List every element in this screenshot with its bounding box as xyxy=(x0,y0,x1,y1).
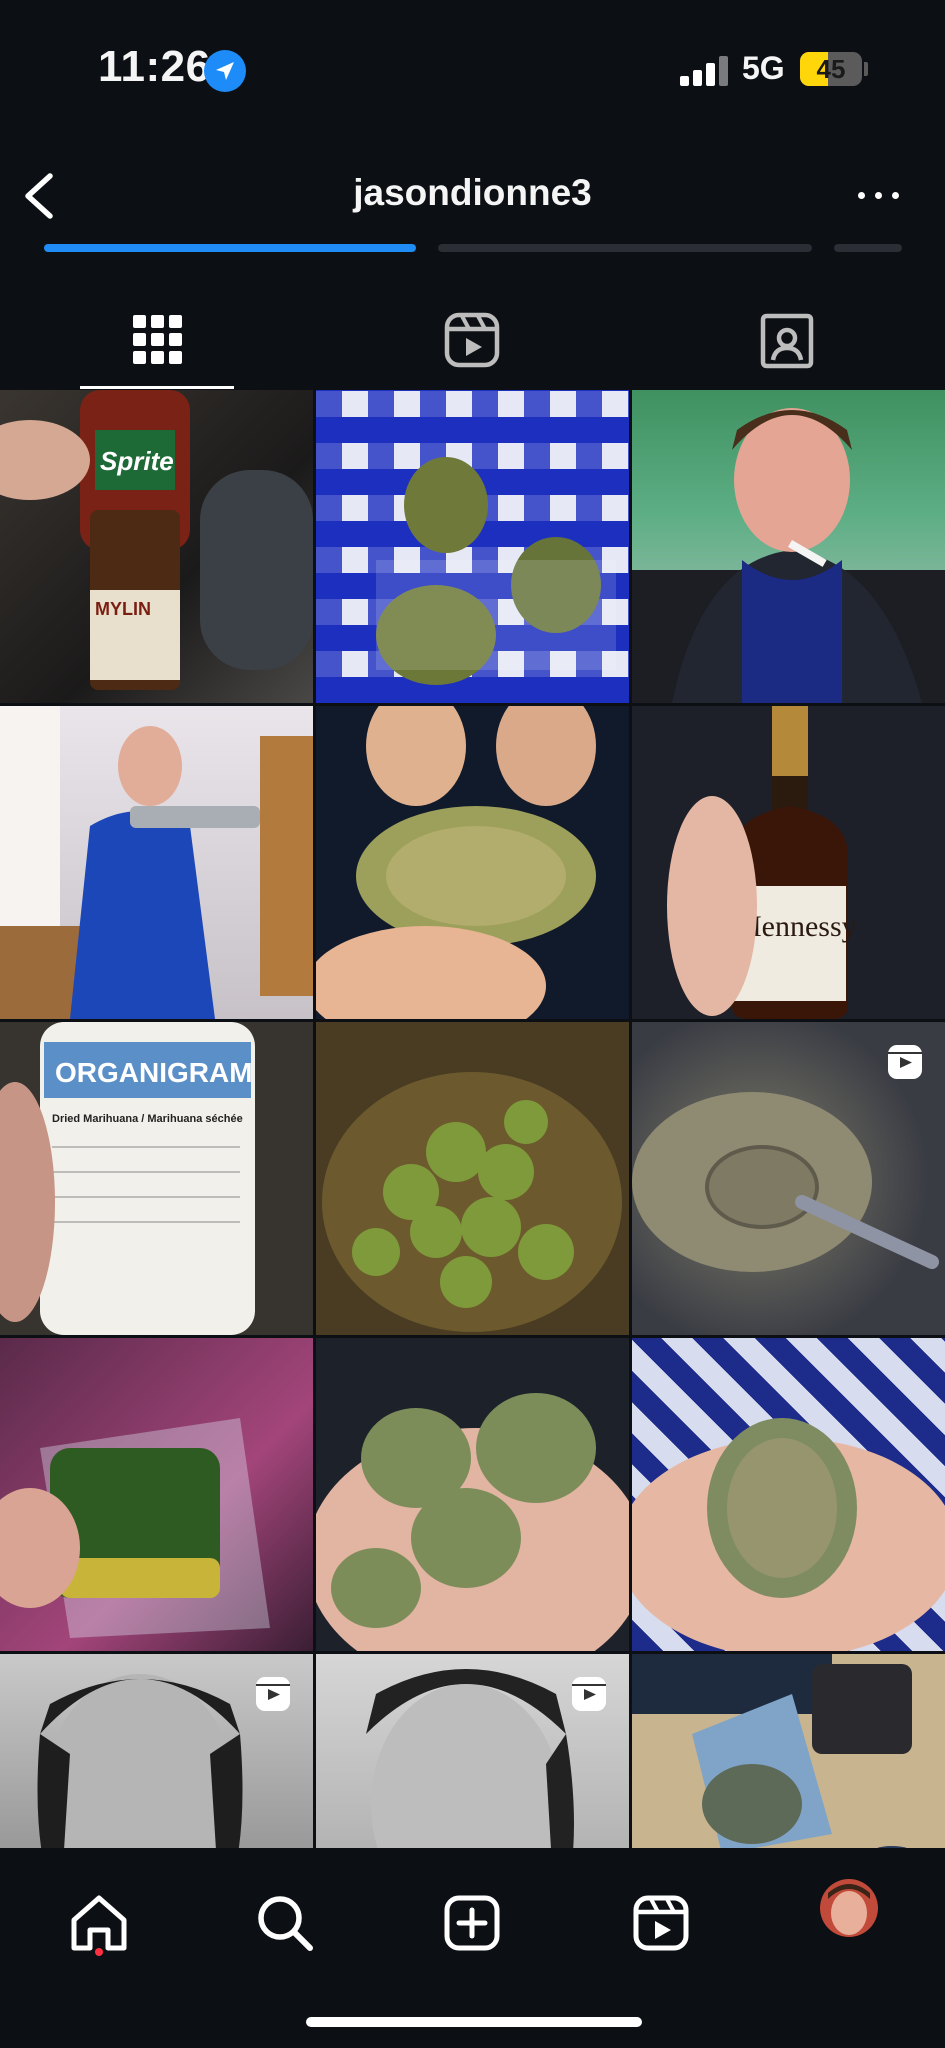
tab-posts[interactable] xyxy=(118,300,198,380)
post-thumbnail[interactable] xyxy=(0,1654,313,1850)
battery-percent: 45 xyxy=(816,54,846,84)
post-image xyxy=(316,1393,629,1651)
post-image xyxy=(376,457,616,685)
highlight-stub[interactable] xyxy=(438,244,812,252)
bottle-label-text: Hennessy xyxy=(740,910,857,943)
reels-icon xyxy=(444,312,500,368)
nav-profile-avatar[interactable] xyxy=(818,1877,880,1939)
post-thumbnail[interactable]: Hennessy xyxy=(632,706,945,1019)
post-thumbnail[interactable] xyxy=(316,1022,629,1335)
active-tab-indicator xyxy=(80,386,234,389)
container-label-text: Dried Marihuana / Marihuana séchée xyxy=(52,1113,243,1125)
post-thumbnail[interactable] xyxy=(316,1338,629,1651)
battery-icon: 45 xyxy=(800,52,862,86)
battery-cap xyxy=(864,62,868,76)
post-image xyxy=(0,1418,270,1638)
plus-square-icon xyxy=(444,1895,500,1951)
post-image xyxy=(632,1418,945,1651)
post-thumbnail[interactable] xyxy=(632,390,945,703)
post-image xyxy=(316,706,596,1019)
post-thumbnail[interactable] xyxy=(632,1338,945,1651)
more-options-button[interactable] xyxy=(852,180,906,210)
post-image: ORGANIGRAM Dried Marihuana / Marihuana s… xyxy=(0,1022,255,1335)
container-brand-text: ORGANIGRAM xyxy=(55,1057,253,1088)
cellular-signal-icon xyxy=(680,56,734,86)
reels-icon xyxy=(633,1895,689,1951)
reel-badge-icon xyxy=(569,1674,609,1714)
highlight-stub[interactable] xyxy=(44,244,416,252)
tagged-person-icon xyxy=(760,313,814,369)
nav-create-button[interactable] xyxy=(437,1888,507,1958)
nav-search-button[interactable] xyxy=(250,1888,320,1958)
notification-dot xyxy=(95,1948,103,1956)
nav-reels-button[interactable] xyxy=(626,1888,696,1958)
bottle-label-text: Sprite xyxy=(100,446,174,476)
reel-badge-icon xyxy=(885,1042,925,1082)
tab-reels[interactable] xyxy=(432,300,512,380)
profile-username: jasondionne3 xyxy=(353,172,592,213)
highlight-stub[interactable] xyxy=(834,244,902,252)
post-thumbnail[interactable] xyxy=(632,1022,945,1335)
post-thumbnail[interactable] xyxy=(632,1654,945,1850)
post-image xyxy=(0,706,313,1019)
profile-avatar xyxy=(820,1879,878,1937)
search-icon xyxy=(258,1896,313,1951)
post-image xyxy=(632,408,945,703)
location-arrow-icon xyxy=(204,50,246,92)
post-image: Hennessy xyxy=(632,706,945,1019)
post-thumbnail[interactable] xyxy=(316,390,629,703)
tab-tagged[interactable] xyxy=(747,300,827,380)
post-thumbnail[interactable]: Sprite MYLIN xyxy=(0,390,313,703)
bottle-label-text: MYLIN xyxy=(95,599,151,619)
post-thumbnail[interactable] xyxy=(316,706,629,1019)
status-time: 11:26 xyxy=(98,42,211,91)
post-thumbnail[interactable] xyxy=(0,1338,313,1651)
post-image xyxy=(632,1654,913,1850)
post-thumbnail[interactable] xyxy=(316,1654,629,1850)
post-image xyxy=(322,1072,622,1332)
grid-icon xyxy=(133,315,182,364)
post-thumbnail[interactable]: ORGANIGRAM Dried Marihuana / Marihuana s… xyxy=(0,1022,313,1335)
home-indicator[interactable] xyxy=(306,2017,642,2027)
post-thumbnail[interactable] xyxy=(0,706,313,1019)
network-type: 5G xyxy=(742,50,785,86)
post-image: Sprite MYLIN xyxy=(0,390,313,690)
reel-badge-icon xyxy=(253,1674,293,1714)
posts-grid: Sprite MYLIN Hennessy ORGANIGRAM Dried M… xyxy=(0,390,945,1850)
status-bar: 11:26 5G 45 xyxy=(0,0,945,140)
